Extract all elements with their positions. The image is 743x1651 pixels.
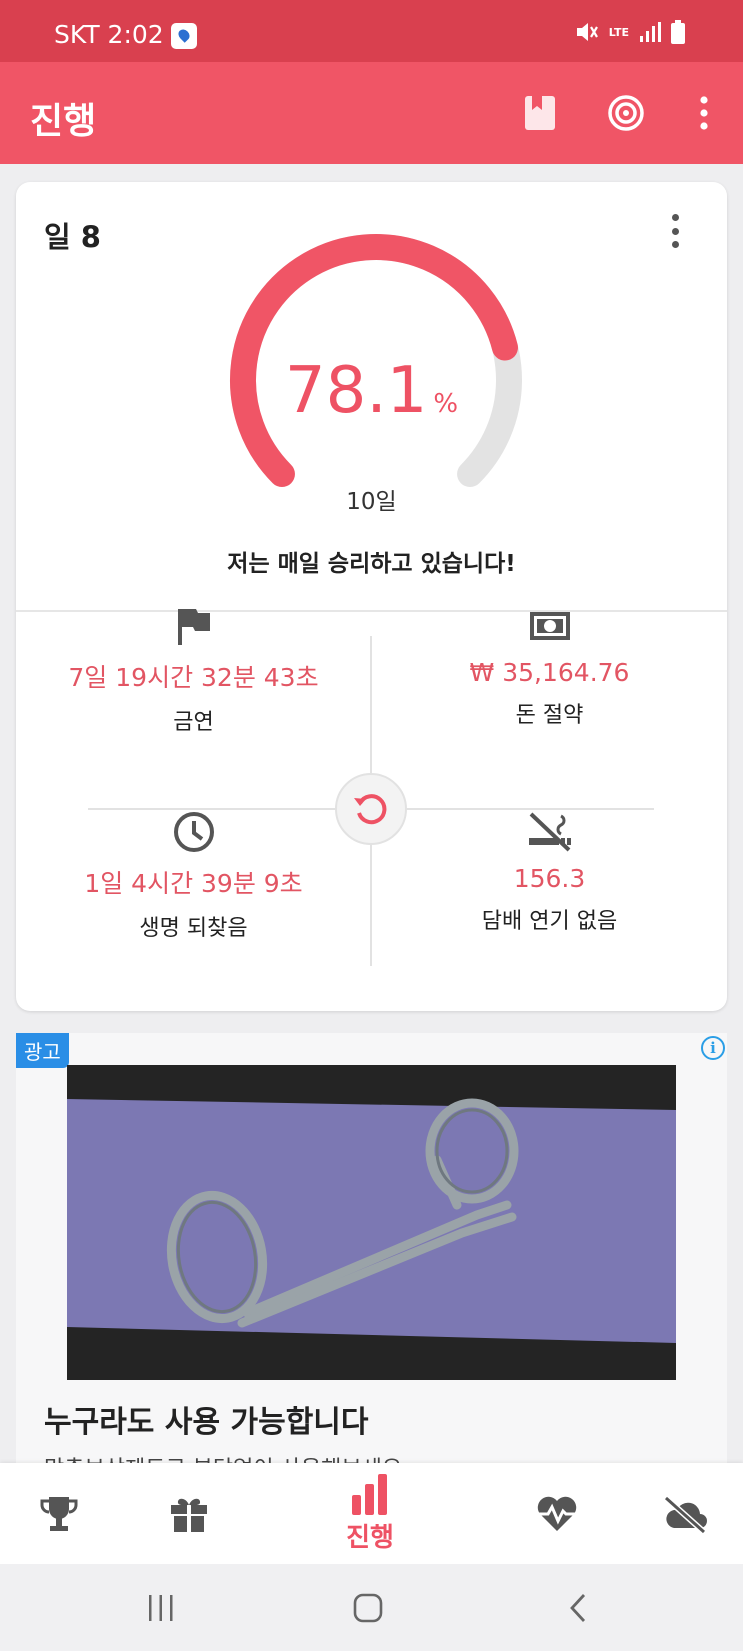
flag-icon [16, 602, 371, 650]
heart-pulse-icon [536, 1496, 578, 1531]
motto-text: 저는 매일 승리하고 있습니다! [227, 551, 516, 577]
stat-value: 7일 19시간 32분 43초 [68, 663, 319, 692]
ad-image[interactable] [67, 1065, 676, 1380]
cloud-off-icon [663, 1495, 707, 1534]
nav-rewards[interactable] [164, 1463, 214, 1564]
stat-value: ₩ 35,164.76 [469, 658, 630, 687]
stat-cigarettes-avoided: 156.3 담배 연기 없음 [372, 808, 727, 935]
stat-life-regained: 1일 4시간 39분 9초 생명 되찾음 [16, 808, 371, 942]
nav-achievements[interactable] [34, 1463, 84, 1564]
recent-apps-button[interactable] [139, 1586, 183, 1630]
stat-label: 생명 되찾음 [139, 916, 248, 941]
network-type: LTE [608, 25, 629, 39]
status-bar: SKT 2:02 LTE [0, 0, 743, 62]
ad-banner[interactable]: 광고 i 누구라도 사용 가능합니다 맞춤보상제도로 부담없이 사용해보세요 [16, 1033, 727, 1463]
system-nav-bar [0, 1564, 743, 1651]
status-icons: LTE [575, 20, 685, 44]
nav-progress[interactable]: 진행 [330, 1463, 410, 1564]
status-time: SKT 2:02 [54, 20, 164, 49]
stat-label: 담배 연기 없음 [481, 909, 618, 934]
progress-percent: 78.1% [16, 354, 727, 428]
cash-icon [372, 602, 727, 650]
home-icon [353, 1593, 383, 1623]
nav-health[interactable] [532, 1463, 582, 1564]
bottom-nav: 진행 [0, 1463, 743, 1564]
recents-icon [149, 1595, 173, 1621]
goal-label: 10일 [346, 489, 397, 515]
trophy-icon [40, 1496, 78, 1531]
day-counter: 일 8 [44, 220, 101, 254]
percent-value: 78.1 [284, 354, 428, 428]
stat-label: 돈 절약 [515, 703, 584, 728]
no-smoking-icon [372, 808, 727, 856]
progress-card: 일 8 78.1% 10일 저는 매일 승리하고 있습니다! 7일 19시간 3… [16, 182, 727, 1011]
back-icon [570, 1594, 586, 1622]
ad-badge: 광고 [16, 1033, 69, 1068]
stat-label: 금연 [173, 710, 214, 735]
more-vert-icon[interactable] [680, 89, 728, 137]
home-button[interactable] [346, 1586, 390, 1630]
nav-label: 진행 [346, 1523, 394, 1553]
page-title: 진행 [30, 101, 97, 142]
target-icon[interactable] [602, 89, 650, 137]
mute-icon [576, 23, 598, 41]
bar-chart-icon [352, 1474, 387, 1515]
ad-subtext: 맞춤보상제도로 부담없이 사용해보세요 [44, 1451, 402, 1463]
stat-quit-time: 7일 19시간 32분 43초 금연 [16, 602, 371, 736]
maps-notification-icon [171, 23, 197, 49]
back-button[interactable] [556, 1586, 600, 1630]
stat-value: 156.3 [513, 864, 586, 893]
nav-cravings[interactable] [660, 1463, 710, 1564]
stat-money-saved: ₩ 35,164.76 돈 절약 [372, 602, 727, 729]
percent-unit: % [433, 389, 459, 419]
ad-info-icon[interactable]: i [701, 1036, 725, 1060]
book-icon[interactable] [516, 89, 564, 137]
clock-icon [16, 808, 371, 856]
signal-icon [640, 22, 661, 42]
app-bar: 진행 [0, 62, 743, 164]
stat-value: 1일 4시간 39분 9초 [84, 869, 303, 898]
gift-icon [171, 1498, 207, 1532]
card-menu-icon[interactable] [667, 214, 683, 248]
battery-icon [671, 20, 685, 44]
ad-headline: 누구라도 사용 가능합니다 [44, 1405, 369, 1440]
